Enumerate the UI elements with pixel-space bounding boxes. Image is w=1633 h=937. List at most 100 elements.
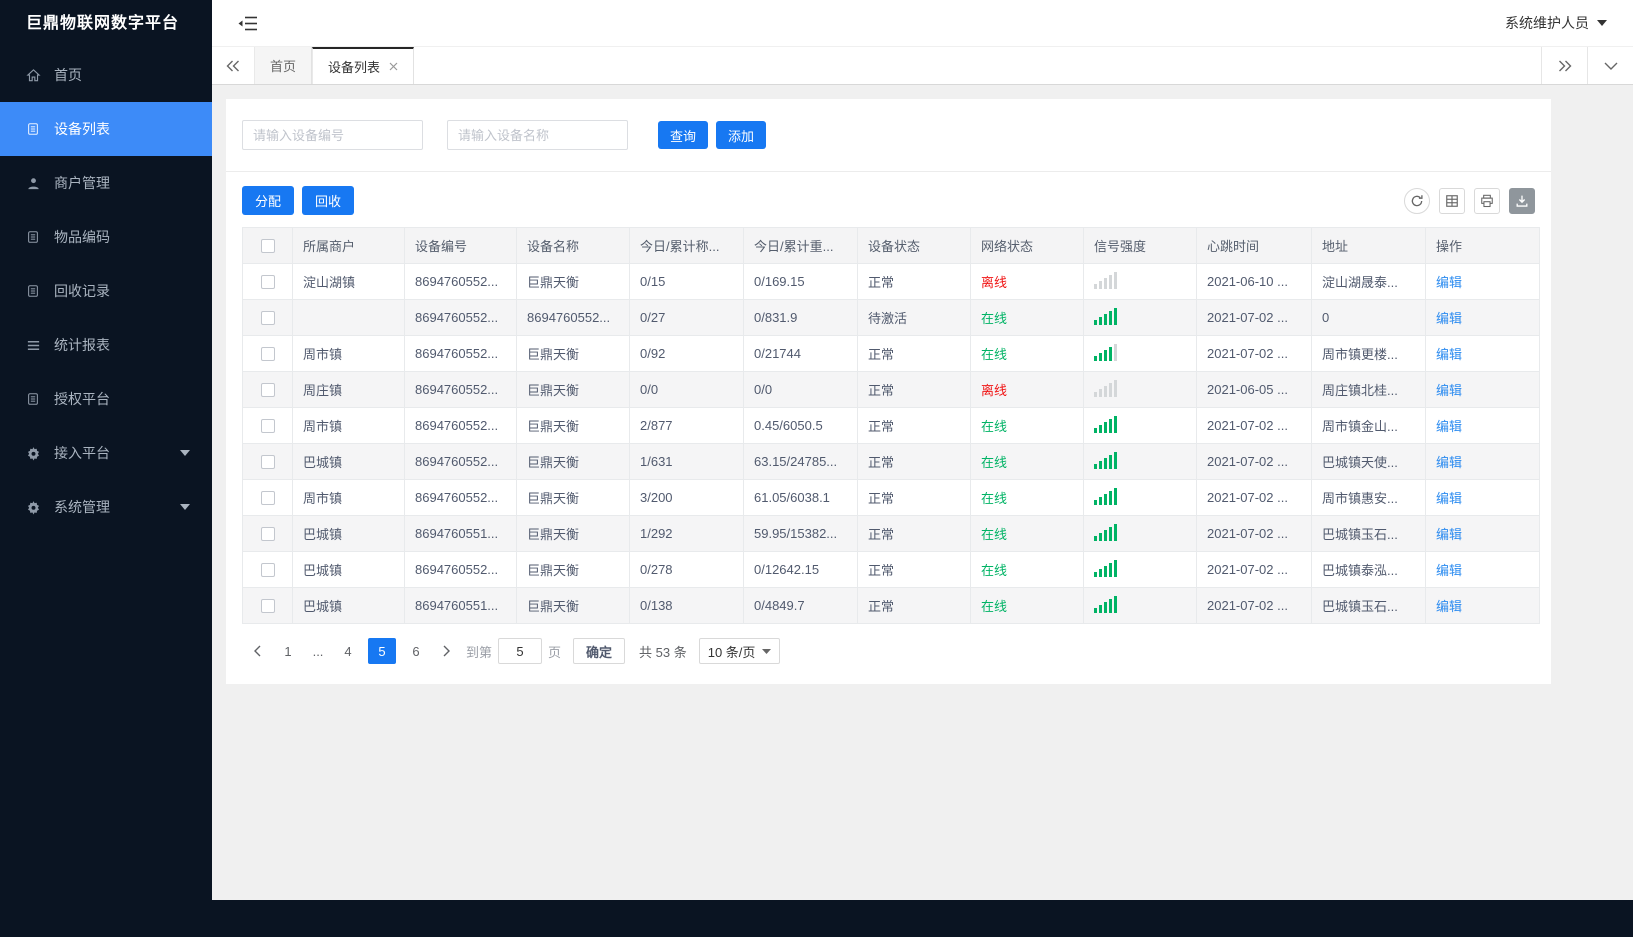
- edit-link[interactable]: 编辑: [1436, 383, 1462, 398]
- row-checkbox[interactable]: [260, 419, 275, 434]
- collapse-sidebar-icon[interactable]: [238, 15, 258, 32]
- tabs-scroll-left-button[interactable]: [212, 47, 254, 84]
- goto-prefix-label: 到第: [466, 644, 493, 660]
- address-cell: 周庄镇北桂...: [1311, 371, 1426, 408]
- device-name-input[interactable]: [447, 120, 628, 150]
- action-cell: 编辑: [1425, 479, 1540, 516]
- heartbeat-cell: 2021-07-02 ...: [1196, 515, 1312, 552]
- edit-link[interactable]: 编辑: [1436, 563, 1462, 578]
- today-count-cell: 2/877: [629, 407, 744, 444]
- tabs-menu-button[interactable]: [1587, 47, 1633, 84]
- row-select-cell: [242, 263, 293, 300]
- merchant-cell: [292, 299, 405, 336]
- tab-device-list[interactable]: 设备列表: [312, 47, 415, 84]
- chevron-down-icon: [180, 450, 190, 456]
- row-checkbox[interactable]: [260, 383, 275, 398]
- export-button[interactable]: [1509, 187, 1535, 214]
- device-status-cell: 正常: [857, 551, 971, 588]
- next-page-button[interactable]: [434, 638, 460, 664]
- signal-strength-icon: [1094, 451, 1117, 469]
- signal-strength-icon: [1094, 343, 1117, 361]
- edit-link[interactable]: 编辑: [1436, 311, 1462, 326]
- sidebar-item-label: 商户管理: [54, 175, 110, 191]
- device-no-input[interactable]: [242, 120, 423, 150]
- row-checkbox[interactable]: [260, 527, 275, 542]
- today-count-cell: 0/92: [629, 335, 744, 372]
- merchant-cell: 周市镇: [292, 335, 405, 372]
- doc-icon: [26, 122, 42, 136]
- page-size-select[interactable]: 10 条/页: [698, 638, 781, 664]
- close-tab-icon[interactable]: [389, 62, 398, 71]
- table-row: 周市镇 8694760552... 巨鼎天衡 2/877 0.45/6050.5 正常 在线…: [242, 407, 1540, 444]
- tab-home[interactable]: 首页: [254, 47, 313, 84]
- chevron-down-icon: [180, 504, 190, 510]
- sidebar-item-access-platform[interactable]: 接入平台: [0, 426, 212, 480]
- sidebar-item-home[interactable]: 首页: [0, 48, 212, 102]
- chevron-down-icon: [1604, 62, 1618, 70]
- gear-icon: [26, 500, 42, 515]
- caret-down-icon: [1597, 20, 1607, 26]
- row-checkbox[interactable]: [260, 275, 275, 290]
- table-row: 8694760552... 8694760552... 0/27 0/831.9 待激活…: [242, 299, 1540, 336]
- goto-suffix-label: 页: [548, 644, 562, 660]
- tab-label: 设备列表: [328, 60, 381, 75]
- sidebar-item-authorization-platform[interactable]: 授权平台: [0, 372, 212, 426]
- user-menu[interactable]: 系统维护人员: [1505, 13, 1607, 33]
- edit-link[interactable]: 编辑: [1436, 491, 1462, 506]
- edit-link[interactable]: 编辑: [1436, 527, 1462, 542]
- confirm-page-button[interactable]: 确定: [573, 638, 626, 664]
- row-checkbox[interactable]: [260, 563, 275, 578]
- edit-link[interactable]: 编辑: [1436, 419, 1462, 434]
- prev-page-button[interactable]: [244, 638, 270, 664]
- network-status-cell: 在线: [970, 335, 1084, 372]
- tabs-scroll-right-button[interactable]: [1541, 47, 1587, 84]
- table-row: 巴城镇 8694760551... 巨鼎天衡 0/138 0/4849.7 正常 在线 202…: [242, 587, 1540, 624]
- device-table: 所属商户 设备编号 设备名称 今日/累计称... 今日/累计重... 设备状态 网络状态 信号…: [242, 227, 1540, 624]
- row-checkbox[interactable]: [260, 347, 275, 362]
- page-ellipsis: ...: [312, 643, 324, 659]
- column-settings-button[interactable]: [1439, 187, 1465, 214]
- edit-link[interactable]: 编辑: [1436, 347, 1462, 362]
- address-cell: 周市镇金山...: [1311, 407, 1426, 444]
- sidebar-item-system-management[interactable]: 系统管理: [0, 480, 212, 534]
- device-no-cell: 8694760552...: [404, 335, 517, 372]
- signal-strength-icon: [1094, 307, 1117, 325]
- sidebar-item-device-list[interactable]: 设备列表: [0, 102, 212, 156]
- row-checkbox[interactable]: [260, 311, 275, 326]
- sidebar-item-item-coding[interactable]: 物品编码: [0, 210, 212, 264]
- gear-icon: [26, 446, 42, 461]
- sidebar-item-label: 系统管理: [54, 499, 110, 515]
- signal-strength-icon: [1094, 487, 1117, 505]
- today-count-cell: 0/27: [629, 299, 744, 336]
- refresh-button[interactable]: [1404, 187, 1430, 214]
- today-weight-cell: 61.05/6038.1: [743, 479, 858, 516]
- edit-link[interactable]: 编辑: [1436, 455, 1462, 470]
- edit-link[interactable]: 编辑: [1436, 275, 1462, 290]
- assign-button[interactable]: 分配: [242, 186, 295, 215]
- goto-page-input[interactable]: [498, 638, 543, 664]
- page-button-4[interactable]: 4: [334, 638, 362, 664]
- row-checkbox[interactable]: [260, 599, 275, 614]
- row-checkbox[interactable]: [260, 455, 275, 470]
- column-header: 设备状态: [857, 227, 971, 264]
- row-checkbox[interactable]: [260, 491, 275, 506]
- column-header: 操作: [1425, 227, 1540, 264]
- sidebar-item-merchant-management[interactable]: 商户管理: [0, 156, 212, 210]
- print-button[interactable]: [1474, 187, 1500, 214]
- address-cell: 巴城镇泰泓...: [1311, 551, 1426, 588]
- sidebar-item-label: 回收记录: [54, 283, 110, 299]
- sidebar-item-recycle-records[interactable]: 回收记录: [0, 264, 212, 318]
- select-all-checkbox[interactable]: [260, 239, 275, 254]
- device-name-cell: 巨鼎天衡: [516, 263, 630, 300]
- device-name-cell: 巨鼎天衡: [516, 479, 630, 516]
- query-button[interactable]: 查询: [658, 121, 709, 149]
- today-weight-cell: 0/0: [743, 371, 858, 408]
- tab-bar: 首页 设备列表: [212, 47, 1633, 85]
- edit-link[interactable]: 编辑: [1436, 599, 1462, 614]
- sidebar-item-statistics-report[interactable]: 统计报表: [0, 318, 212, 372]
- page-button-6[interactable]: 6: [402, 638, 430, 664]
- page-button-5[interactable]: 5: [368, 638, 396, 664]
- add-button[interactable]: 添加: [716, 121, 767, 149]
- page-button-1[interactable]: 1: [274, 638, 302, 664]
- recycle-button[interactable]: 回收: [302, 186, 355, 215]
